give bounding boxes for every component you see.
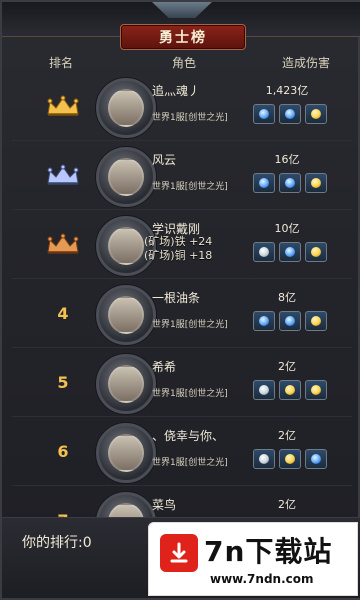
reward-icons [253,449,343,469]
blue-gem-icon [305,449,327,469]
player-server: 世界1服[创世之光] [152,458,228,468]
blue-gem-icon [253,104,275,124]
avatar[interactable] [96,147,156,207]
table-row[interactable]: 5 希希世界1服[创世之光] 2亿 [12,348,352,417]
blue-gem-icon [279,173,301,193]
rank-number: 4 [57,303,69,323]
player-server: 世界1服[创世之光] [152,182,228,192]
rank-number: 5 [57,372,69,392]
table-row[interactable]: 风云世界1服[创世之光] 16亿 [12,141,352,210]
header-role: 角色 [172,56,197,70]
rank-number: 6 [57,441,69,461]
rank-cell: 5 [38,366,88,398]
gold-gem-icon [305,104,327,124]
bronze-crown-icon [46,233,80,255]
blue-gem-icon [279,311,301,331]
damage-value: 1,423亿 [265,84,309,97]
avatar-portrait-icon [108,365,144,403]
watermark: 7n下载站 www.7ndn.com [148,522,358,596]
avatar[interactable] [96,354,156,414]
avatar-portrait-icon [108,296,144,334]
header-damage: 造成伤害 [282,56,331,70]
damage-value: 2亿 [278,360,296,373]
your-rank: 你的排行:0 [22,535,92,551]
silver-crown-icon [46,164,80,186]
avatar-portrait-icon [108,89,144,127]
player-name: 菜鸟 [152,498,177,512]
download-logo-icon [160,534,198,572]
gold-gem-icon [305,311,327,331]
avatar-portrait-icon [108,158,144,196]
player-name: 追灬魂丿 [152,84,201,98]
damage-value: 16亿 [274,153,300,166]
leaderboard-panel: 勇士榜 排名 角色 造成伤害 追灬魂丿 世界1服[创世之光] 1,423亿 风云 世界… [0,0,360,600]
damage-value: 8亿 [278,291,296,304]
blue-gem-icon [279,242,301,262]
rank-cell: 4 [38,297,88,329]
silver-gem-icon [253,449,275,469]
table-row[interactable]: 学识戴刚 10亿 [12,210,352,279]
player-name: 学识戴刚 [152,222,201,236]
gold-crown-icon [46,95,80,117]
silver-gem-icon [253,380,275,400]
rank-cell [38,90,88,122]
player-name: 风云 [152,153,177,167]
blue-gem-icon [279,104,301,124]
avatar[interactable] [96,285,156,345]
avatar-portrait-icon [108,434,144,472]
header-rank: 排名 [49,56,74,70]
silver-gem-icon [253,242,275,262]
table-header: 排名 角色 造成伤害 [2,52,360,72]
damage-value: 10亿 [274,222,300,235]
blue-gem-icon [253,311,275,331]
leaderboard-rows: 追灬魂丿 世界1服[创世之光] 1,423亿 风云 世界1服[创世之光] 16亿 学识戴… [12,72,352,555]
gold-gem-icon [305,242,327,262]
player-name: 、侥幸与你、 [152,429,225,443]
table-row[interactable]: 6 、侥幸与你、世界1服[创世之光] 2亿 [12,417,352,486]
rank-cell [38,159,88,191]
watermark-url: www.7ndn.com [210,572,314,586]
blue-gem-icon [253,173,275,193]
gold-gem-icon [279,380,301,400]
watermark-title: 7n下载站 [204,535,333,568]
gold-gem-icon [279,449,301,469]
player-server: 世界1服[创世之光] [152,320,228,330]
rank-cell [38,228,88,260]
gold-gem-icon [305,173,327,193]
player-name: 希希 [152,360,177,374]
damage-value: 2亿 [278,429,296,442]
player-name: 一根油条 [152,291,201,305]
avatar[interactable] [96,423,156,483]
table-row[interactable]: 4 一根油条世界1服[创世之光] 8亿 [12,279,352,348]
gold-gem-icon [305,380,327,400]
reward-icons [253,242,343,262]
avatar[interactable] [96,216,156,276]
rank-cell: 6 [38,435,88,467]
reward-icons [253,311,343,331]
reward-icons [253,173,343,193]
reward-icons [253,104,343,124]
player-server: 世界1服[创世之光] [152,113,228,123]
player-server: 世界1服[创世之光] [152,389,228,399]
title-badge: 勇士榜 [120,24,246,50]
reward-icons [253,380,343,400]
avatar-portrait-icon [108,227,144,265]
damage-value: 2亿 [278,498,296,511]
avatar[interactable] [96,78,156,138]
table-row[interactable]: 追灬魂丿世界1服[创世之光] 1,423亿 [12,72,352,141]
